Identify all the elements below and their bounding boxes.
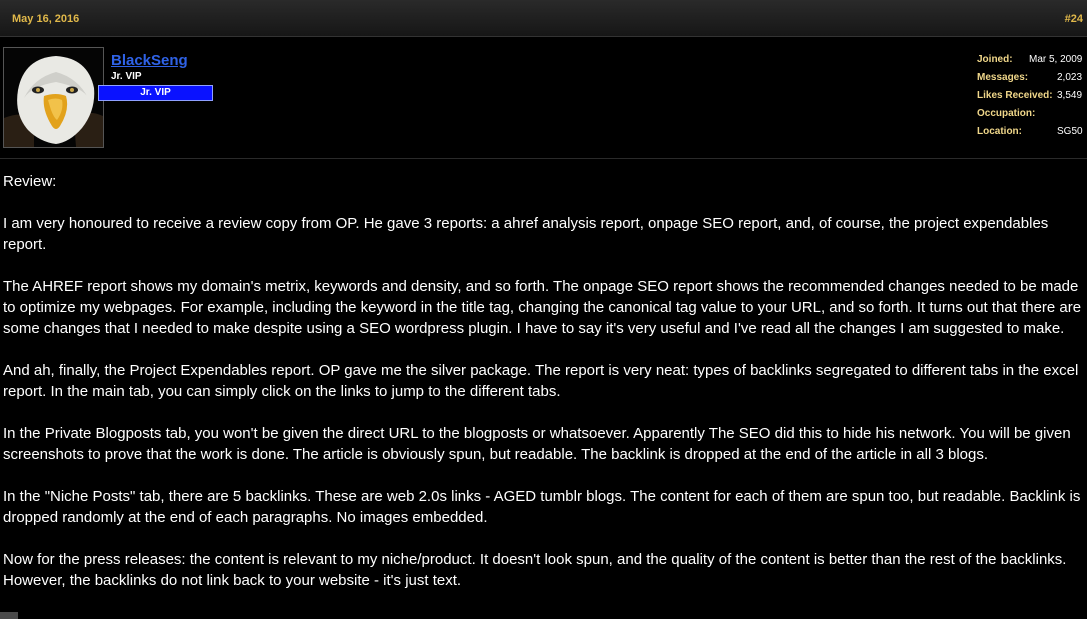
user-title: Jr. VIP — [111, 71, 142, 82]
post-paragraph: In the "Niche Posts" tab, there are 5 ba… — [3, 488, 1081, 526]
post-paragraph: The AHREF report shows my domain's metri… — [3, 278, 1082, 337]
post-permalink[interactable]: #24 — [1065, 13, 1083, 25]
post-date: May 16, 2016 — [12, 13, 80, 25]
stat-label: Messages: — [977, 72, 1029, 83]
post-paragraph: I am very honoured to receive a review c… — [3, 215, 1049, 253]
username-link[interactable]: BlackSeng — [111, 52, 188, 69]
stat-value: Mar 5, 2009 — [1029, 54, 1083, 65]
stat-value: SG50 — [1057, 126, 1083, 137]
stat-value: 3,549 — [1057, 90, 1083, 101]
post-paragraph: Review: — [3, 173, 57, 190]
post-paragraph: In the Private Blogposts tab, you won't … — [3, 425, 1071, 463]
stat-label: Occupation: — [977, 108, 1036, 119]
bald-eagle-avatar-icon — [4, 48, 103, 147]
stat-label: Joined: — [977, 54, 1013, 65]
avatar[interactable] — [3, 47, 104, 148]
stat-label: Likes Received: — [977, 90, 1053, 101]
post-divider — [0, 158, 1087, 159]
user-rank-badge: Jr. VIP — [98, 85, 213, 101]
post-paragraph: And ah, finally, the Project Expendables… — [3, 362, 1079, 400]
post-header-bar: May 16, 2016 #24 — [0, 0, 1087, 37]
post-body: Review: I am very honoured to receive a … — [3, 171, 1087, 612]
scrollbar-corner — [0, 612, 18, 619]
stat-label: Location: — [977, 126, 1022, 137]
post-paragraph: Now for the press releases: the content … — [3, 551, 1067, 589]
stat-value[interactable]: 2,023 — [1057, 72, 1082, 83]
